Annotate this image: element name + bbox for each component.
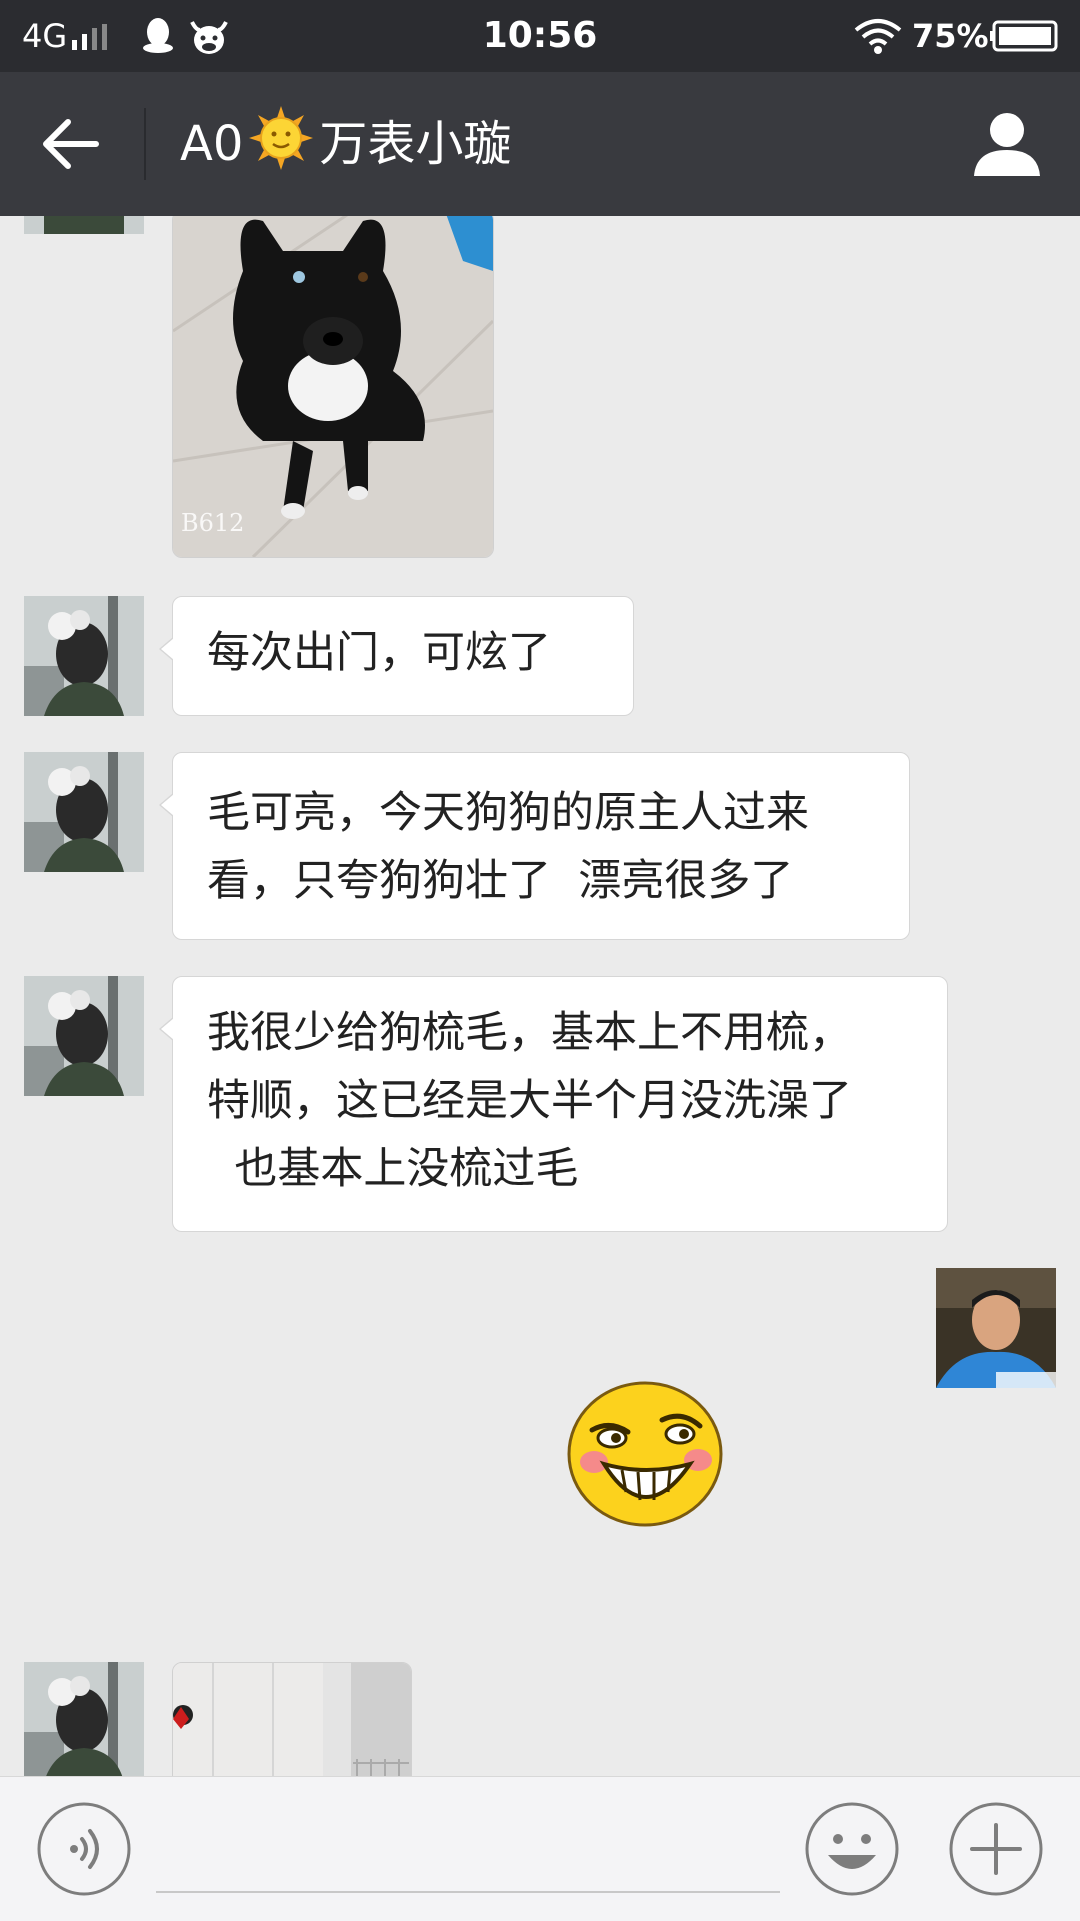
text-message[interactable]: 我很少给狗梳毛，基本上不用梳， 特顺，这已经是大半个月没洗澡了 也基本上没梳过毛 (159, 976, 948, 1232)
battery-icon (990, 20, 1058, 52)
emoji-icon[interactable] (804, 1801, 900, 1897)
avatar-photo (24, 216, 144, 234)
contact-avatar[interactable] (24, 752, 144, 872)
contact-avatar[interactable] (24, 1662, 144, 1776)
image-message-dog[interactable]: B612 (172, 216, 494, 558)
avatar-photo (24, 596, 144, 716)
contact-avatar[interactable] (24, 216, 144, 234)
image-message-room[interactable] (172, 1662, 412, 1776)
chat-title-name: 万表小璇 (319, 116, 512, 172)
watermark-text: B612 (181, 509, 244, 537)
sun-face-emoji-icon (249, 106, 314, 170)
text-message[interactable]: 毛可亮，今天狗狗的原主人过来 看，只夸狗狗壮了 漂亮很多了 (159, 752, 910, 940)
grinning-sticker-icon (567, 1381, 723, 1527)
message-list[interactable]: B612 每次出门，可炫了 毛可亮，今天狗狗的原主人过来 看，只夸狗狗壮了 漂亮… (0, 216, 1080, 1776)
plus-icon[interactable] (948, 1801, 1044, 1897)
voice-icon[interactable] (36, 1801, 132, 1897)
status-bar: 4G 10:56 75% (0, 0, 1080, 72)
sticker-message[interactable] (566, 1380, 724, 1528)
input-bar (0, 1776, 1080, 1921)
dog-photo: B612 (173, 216, 493, 557)
person-icon[interactable] (972, 110, 1042, 178)
battery-percent: 75% (912, 17, 989, 55)
wifi-icon (854, 19, 902, 54)
my-avatar[interactable] (936, 1268, 1056, 1388)
text-message[interactable]: 每次出门，可炫了 (159, 596, 634, 716)
chat-header: A0 万表小璇 (0, 72, 1080, 216)
avatar-photo (24, 976, 144, 1096)
contact-avatar[interactable] (24, 596, 144, 716)
chat-title: A0 万表小璇 (180, 72, 511, 216)
message-input[interactable] (156, 1891, 780, 1893)
avatar-photo (24, 1662, 144, 1776)
back-arrow-icon[interactable] (36, 112, 110, 176)
room-photo (173, 1663, 411, 1776)
header-divider (144, 108, 146, 180)
chat-title-prefix: A0 (180, 116, 244, 172)
avatar-photo (936, 1268, 1056, 1388)
contact-avatar[interactable] (24, 976, 144, 1096)
avatar-photo (24, 752, 144, 872)
